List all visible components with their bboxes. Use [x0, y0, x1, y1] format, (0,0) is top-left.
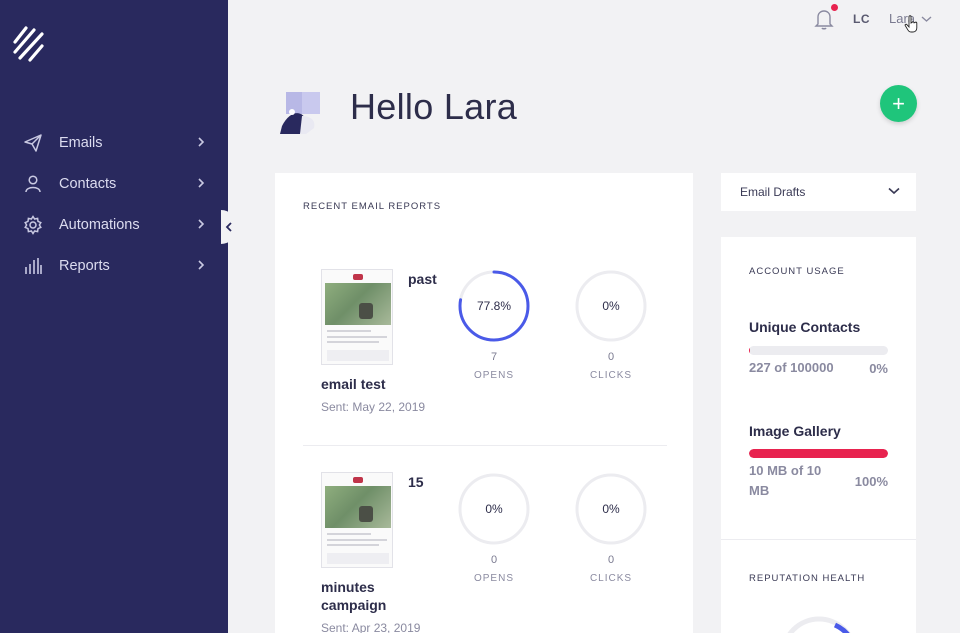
- chevron-right-icon: [198, 137, 205, 147]
- clicks-count: 0: [607, 554, 615, 566]
- recent-email-reports-panel: RECENT EMAIL REPORTS past email test Sen…: [275, 173, 693, 633]
- select-value: Email Drafts: [740, 185, 806, 199]
- sidebar-item-label: Automations: [59, 216, 140, 233]
- unique-contacts-label: Unique Contacts: [749, 319, 861, 335]
- sidebar-nav: Emails Contacts Automations Reports: [0, 122, 228, 286]
- report-card[interactable]: 15 minutes campaign Sent: Apr 23, 2019 0…: [275, 376, 693, 633]
- page-title: Hello Lara: [350, 86, 518, 127]
- image-gallery-label: Image Gallery: [749, 423, 841, 439]
- unique-contacts-bar: [749, 346, 888, 355]
- bar-chart-icon: [22, 255, 44, 277]
- bell-icon[interactable]: [814, 8, 834, 30]
- chevron-down-icon: [888, 187, 900, 195]
- opens-caption: OPENS: [473, 573, 514, 584]
- paper-plane-icon: [22, 132, 44, 154]
- sidebar: Emails Contacts Automations Reports: [0, 0, 228, 633]
- clicks-count: 0: [607, 351, 615, 363]
- clicks-percentage: 0%: [602, 299, 620, 313]
- chevron-right-icon: [198, 260, 205, 270]
- unique-contacts-value: 227 of 100000: [749, 360, 834, 375]
- image-gallery-bar: [749, 449, 888, 458]
- sidebar-collapse-button[interactable]: [221, 210, 237, 244]
- image-gallery-value: 10 MB of 10 MB: [749, 463, 822, 498]
- opens-percentage: 77.8%: [476, 299, 512, 313]
- chevron-right-icon: [198, 178, 205, 188]
- section-title: REPUTATION HEALTH: [749, 573, 866, 584]
- chevron-right-icon: [198, 219, 205, 229]
- opens-count: 7: [490, 351, 498, 363]
- sidebar-item-contacts[interactable]: Contacts: [0, 163, 228, 204]
- report-card[interactable]: past email test Sent: May 22, 2019 77.8%…: [275, 173, 693, 414]
- divider: [721, 539, 916, 540]
- email-thumbnail[interactable]: [321, 472, 393, 568]
- image-gallery-percent: 100%: [854, 474, 888, 489]
- avatar[interactable]: LC: [853, 12, 870, 26]
- unique-contacts-percent: 0%: [869, 361, 888, 376]
- sidebar-item-label: Reports: [59, 257, 110, 274]
- report-title-fragment: past: [408, 271, 437, 287]
- sidebar-item-automations[interactable]: Automations: [0, 204, 228, 245]
- email-thumbnail[interactable]: [321, 269, 393, 365]
- sidebar-item-label: Contacts: [59, 175, 117, 192]
- section-title: ACCOUNT USAGE: [749, 266, 845, 277]
- email-drafts-select[interactable]: Email Drafts: [721, 173, 916, 211]
- chevron-down-icon: [921, 15, 932, 22]
- opens-percentage: 0%: [485, 502, 503, 516]
- sidebar-item-reports[interactable]: Reports: [0, 245, 228, 286]
- account-usage-panel: ACCOUNT USAGE Unique Contacts 227 of 100…: [721, 237, 916, 633]
- hand-cursor-icon: [904, 15, 918, 33]
- report-title[interactable]: minutes campaign: [321, 578, 401, 614]
- report-sent-date: Sent: Apr 23, 2019: [321, 621, 421, 633]
- clicks-percentage: 0%: [602, 502, 620, 516]
- clicks-caption: CLICKS: [589, 573, 633, 584]
- sidebar-item-emails[interactable]: Emails: [0, 122, 228, 163]
- reputation-gauge: [787, 616, 851, 633]
- report-title-fragment: 15: [408, 474, 424, 490]
- opens-count: 0: [490, 554, 498, 566]
- add-button[interactable]: +: [880, 85, 917, 122]
- sidebar-item-label: Emails: [59, 134, 103, 151]
- gear-icon: [22, 214, 44, 236]
- notification-badge: [831, 4, 838, 11]
- chevron-left-icon: [225, 222, 232, 232]
- logo-icon[interactable]: [12, 20, 48, 64]
- person-icon: [22, 173, 44, 195]
- welcome-illustration-icon: [280, 92, 320, 134]
